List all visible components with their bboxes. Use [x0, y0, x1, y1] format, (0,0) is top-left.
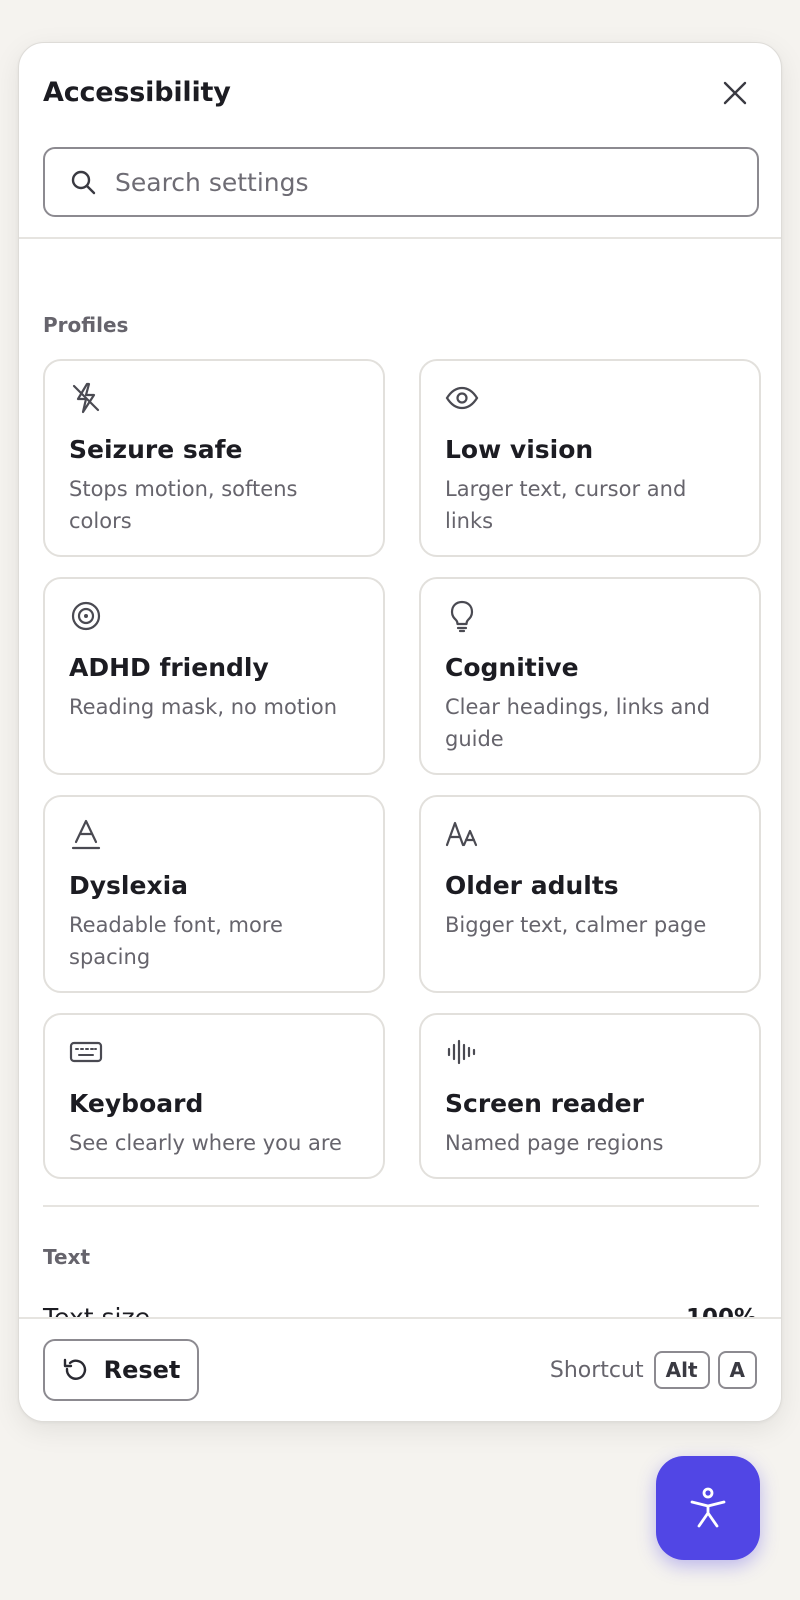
profile-card-keyboard[interactable]: Keyboard See clearly where you are	[43, 1013, 385, 1179]
profile-description: Named page regions	[445, 1131, 664, 1155]
reset-label: Reset	[103, 1356, 181, 1384]
profile-card-seizure-safe[interactable]: Seizure safe Stops motion, softens color…	[43, 359, 385, 557]
close-button[interactable]	[715, 73, 755, 113]
profile-name: Older adults	[445, 871, 619, 900]
accessibility-panel: Accessibility Profiles Seizure safe	[18, 42, 782, 1422]
profile-name: ADHD friendly	[69, 653, 269, 682]
close-icon	[723, 81, 747, 105]
letter-a-underline-icon	[71, 819, 101, 850]
profile-description: Larger text, cursor and links	[445, 477, 687, 533]
profile-description: Readable font, more spacing	[69, 913, 283, 969]
section-divider	[43, 1205, 759, 1207]
panel-header: Accessibility	[19, 43, 781, 239]
keyboard-icon	[69, 1041, 103, 1063]
shortcut-key-alt: Alt	[653, 1351, 710, 1389]
search-icon	[69, 168, 103, 196]
profiles-heading: Profiles	[43, 313, 129, 337]
keyboard-shortcut: Shortcut Alt A	[550, 1351, 757, 1389]
flash-off-icon	[72, 382, 100, 414]
profile-name: Low vision	[445, 435, 594, 464]
audio-wave-icon	[447, 1039, 476, 1065]
shortcut-label: Shortcut	[549, 1357, 644, 1383]
settings-scroll-area[interactable]: Profiles Seizure safe Stops motion, soft…	[19, 241, 781, 1361]
search-box[interactable]	[43, 147, 759, 217]
profile-card-dyslexia[interactable]: Dyslexia Readable font, more spacing	[43, 795, 385, 993]
profile-name: Keyboard	[69, 1089, 204, 1118]
eye-icon	[445, 386, 479, 410]
accessibility-person-icon	[690, 1487, 726, 1528]
profile-name: Cognitive	[445, 653, 579, 682]
search-input[interactable]	[115, 167, 715, 197]
profile-description: See clearly where you are	[69, 1131, 342, 1155]
profile-description: Bigger text, calmer page	[445, 913, 707, 937]
panel-title: Accessibility	[43, 77, 231, 108]
text-heading: Text	[43, 1245, 91, 1269]
target-icon	[71, 601, 101, 631]
reset-button[interactable]: Reset	[43, 1339, 199, 1401]
profile-name: Seizure safe	[69, 435, 243, 464]
profile-card-older-adults[interactable]: Older adults Bigger text, calmer page	[419, 795, 761, 993]
profile-card-adhd-friendly[interactable]: ADHD friendly Reading mask, no motion	[43, 577, 385, 775]
panel-footer: Reset Shortcut Alt A	[19, 1317, 781, 1421]
profile-description: Reading mask, no motion	[69, 695, 338, 719]
lightbulb-icon	[450, 600, 474, 633]
font-size-icon	[445, 821, 478, 847]
profile-name: Dyslexia	[69, 871, 189, 900]
profile-card-low-vision[interactable]: Low vision Larger text, cursor and links	[419, 359, 761, 557]
shortcut-key-a: A	[717, 1351, 757, 1389]
profile-description: Stops motion, softens colors	[69, 477, 298, 533]
profile-description: Clear headings, links and guide	[445, 695, 711, 751]
profile-card-screen-reader[interactable]: Screen reader Named page regions	[419, 1013, 761, 1179]
reset-icon	[63, 1358, 86, 1380]
accessibility-launcher-button[interactable]	[656, 1456, 760, 1560]
profile-card-cognitive[interactable]: Cognitive Clear headings, links and guid…	[419, 577, 761, 775]
profile-name: Screen reader	[445, 1089, 644, 1118]
